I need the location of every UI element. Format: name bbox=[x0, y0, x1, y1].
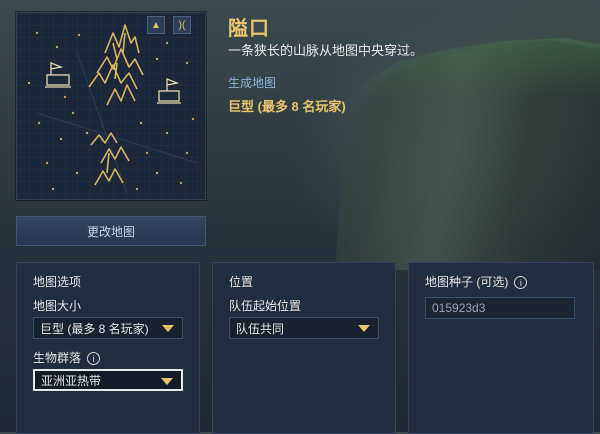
terrain-icon: ▲ bbox=[151, 19, 161, 31]
chevron-down-icon bbox=[162, 325, 174, 332]
biome-label: 生物群落 bbox=[33, 351, 82, 365]
position-header: 位置 bbox=[229, 275, 254, 289]
biome-label-row: 生物群落 i bbox=[33, 349, 101, 366]
map-preview: ▲ )( bbox=[16, 12, 206, 200]
map-seed-header: 地图种子 (可选) bbox=[425, 275, 509, 289]
map-options-header: 地图选项 bbox=[33, 275, 82, 289]
generate-map-label: 生成地图 bbox=[228, 76, 277, 90]
map-preview-graphic bbox=[17, 13, 205, 199]
team-start-label: 队伍起始位置 bbox=[229, 299, 302, 313]
change-map-button[interactable]: 更改地图 bbox=[16, 216, 206, 246]
map-size-select[interactable]: 巨型 (最多 8 名玩家) bbox=[33, 317, 183, 339]
position-panel: 位置 队伍起始位置 队伍共同 bbox=[212, 262, 396, 434]
map-seed-input[interactable] bbox=[425, 297, 575, 319]
chevron-down-icon bbox=[161, 378, 173, 385]
change-map-label: 更改地图 bbox=[86, 224, 135, 239]
symmetry-toggle-button[interactable]: )( bbox=[173, 16, 191, 34]
map-options-panel: 地图选项 地图大小 巨型 (最多 8 名玩家) 生物群落 i 亚洲亚热带 bbox=[16, 262, 200, 434]
map-seed-panel: 地图种子 (可选) i bbox=[408, 262, 594, 434]
map-title: 隘口 bbox=[228, 18, 270, 40]
info-icon[interactable]: i bbox=[514, 276, 528, 290]
team-start-select[interactable]: 队伍共同 bbox=[229, 317, 379, 339]
biome-value: 亚洲亚热带 bbox=[41, 373, 102, 388]
map-size-label: 地图大小 bbox=[33, 299, 82, 313]
map-seed-header-row: 地图种子 (可选) i bbox=[425, 273, 528, 290]
biome-select[interactable]: 亚洲亚热带 bbox=[33, 369, 183, 391]
generate-map-value: 巨型 (最多 8 名玩家) bbox=[228, 99, 346, 114]
map-description: 一条狭长的山脉从地图中央穿过。 bbox=[228, 43, 424, 58]
terrain-toggle-button[interactable]: ▲ bbox=[147, 16, 165, 34]
team-start-value: 队伍共同 bbox=[236, 321, 285, 336]
chevron-down-icon bbox=[358, 325, 370, 332]
symmetry-icon: )( bbox=[178, 19, 186, 31]
info-icon[interactable]: i bbox=[87, 352, 101, 366]
map-size-value: 巨型 (最多 8 名玩家) bbox=[40, 321, 149, 336]
